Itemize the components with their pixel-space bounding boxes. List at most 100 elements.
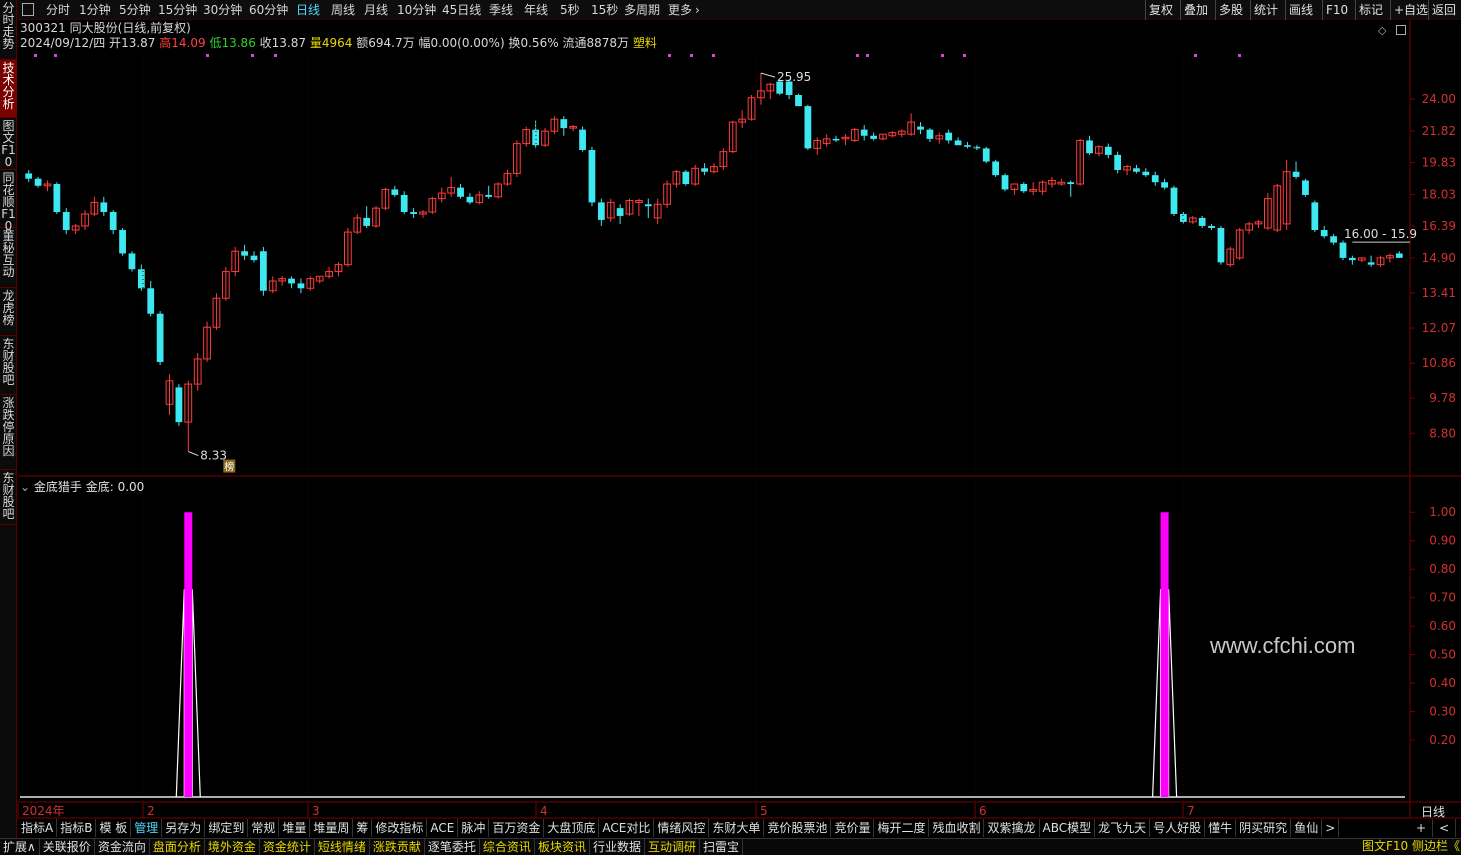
x-tick-label: 6	[979, 804, 987, 818]
indicator-tab-23[interactable]: ABC模型	[1040, 819, 1096, 837]
ind-y-label: 0.70	[1429, 591, 1456, 605]
period-axis-label[interactable]: 日线	[1421, 803, 1445, 820]
candle-body	[1086, 140, 1093, 154]
indicator-tab-11[interactable]: ACE	[427, 819, 459, 837]
signal-dot	[1238, 54, 1241, 57]
bottom-tab-13[interactable]: 扫雷宝	[700, 839, 743, 855]
bottom-tab-1[interactable]: 关联报价	[40, 839, 95, 855]
y-tick-label: 24.00	[1422, 92, 1456, 106]
signal-spike-right	[191, 589, 201, 798]
indicator-tabs-nav: +<>	[1410, 819, 1461, 837]
indicator-tab-14[interactable]: 大盘顶底	[544, 819, 600, 837]
high-marker-label: 25.95	[777, 70, 811, 84]
candle-body	[391, 189, 399, 195]
signal-dot	[866, 54, 869, 57]
bottom-tab-0[interactable]: 扩展∧	[0, 839, 40, 855]
indicator-tab-1[interactable]: 指标B	[57, 819, 97, 837]
indicator-nav-0[interactable]: +	[1410, 819, 1434, 837]
bottom-tab-6[interactable]: 短线情绪	[315, 839, 370, 855]
indicator-tab-22[interactable]: 双紫擒龙	[984, 819, 1040, 837]
low-marker-line	[188, 451, 199, 457]
indicator-tab-19[interactable]: 竞价量	[831, 819, 875, 837]
ind-y-label: 0.60	[1429, 619, 1456, 633]
candle-body	[588, 149, 596, 203]
indicator-name[interactable]: 金底猎手	[34, 480, 82, 494]
indicator-tab-21[interactable]: 残血收割	[929, 819, 985, 837]
indicator-tab-12[interactable]: 脉冲	[458, 819, 490, 837]
candle-body	[100, 202, 108, 213]
candle-body	[964, 145, 971, 147]
indicator-tab-16[interactable]: 情绪风控	[654, 819, 710, 837]
indicator-tab-17[interactable]: 东财大单	[709, 819, 765, 837]
indicator-tab-25[interactable]: 号人好股	[1150, 819, 1206, 837]
bottom-tabs: 扩展∧ 关联报价 资金流向 盘面分析 境外资金 资金统计 短线情绪 涨跌贡献 逐笔委托 综合资讯板…	[0, 838, 1461, 855]
bottom-tab-9[interactable]: 综合资讯	[480, 839, 535, 855]
signal-spike-right	[1168, 589, 1178, 798]
bottom-tab-5[interactable]: 资金统计	[260, 839, 315, 855]
candle-body	[1114, 154, 1122, 170]
indicator-tab-6[interactable]: 常规	[248, 819, 280, 837]
bottom-tab-3[interactable]: 盘面分析	[150, 839, 205, 855]
candle-body	[1302, 180, 1309, 195]
candle-body	[804, 106, 812, 149]
candle-body	[616, 208, 624, 216]
indicator-tab-10[interactable]: 修改指标	[372, 819, 428, 837]
signal-dot	[251, 54, 254, 57]
sidebar-toggle[interactable]: 图文F10 侧边栏《	[1362, 838, 1460, 855]
bottom-tab-12[interactable]: 互动调研	[645, 839, 700, 855]
candle-body	[860, 129, 868, 136]
y-tick-label: 14.90	[1422, 251, 1456, 265]
candle-body	[1208, 225, 1215, 228]
indicator-tab-13[interactable]: 百万资金	[489, 819, 545, 837]
indicator-tab-20[interactable]: 梅开二度	[874, 819, 930, 837]
indicator-nav-2[interactable]: >	[1456, 819, 1461, 837]
ind-y-label: 0.40	[1429, 676, 1456, 690]
candle-body	[926, 129, 934, 139]
indicator-tab-29[interactable]: >	[1322, 819, 1340, 837]
x-tick-label: 2	[147, 804, 155, 818]
indicator-tab-15[interactable]: ACE对比	[599, 819, 655, 837]
indicator-tab-28[interactable]: 鱼仙	[1291, 819, 1323, 837]
indicator-tab-3[interactable]: 管理	[131, 819, 163, 837]
indicator-tab-8[interactable]: 堆量周	[310, 819, 354, 837]
indicator-tab-0[interactable]: 指标A	[18, 819, 58, 837]
candle-body	[410, 212, 417, 214]
indicator-tab-26[interactable]: 懂牛	[1205, 819, 1237, 837]
signal-dot	[206, 54, 209, 57]
candle-body	[682, 171, 690, 185]
candle-body	[795, 94, 802, 107]
bottom-tab-11[interactable]: 行业数据	[590, 839, 645, 855]
indicator-tab-24[interactable]: 龙飞九天	[1095, 819, 1151, 837]
signal-bar	[1160, 512, 1169, 797]
signal-dot	[274, 54, 277, 57]
candle-body	[250, 255, 258, 261]
candle-body	[1151, 175, 1159, 183]
candle-body	[1217, 227, 1225, 263]
watermark: www.cfchi.com	[1210, 633, 1356, 658]
x-tick-label: 2024年	[22, 804, 65, 818]
indicator-tab-5[interactable]: 绑定到	[205, 819, 249, 837]
indicator-nav-1[interactable]: <	[1433, 819, 1457, 837]
signal-spike-left	[1152, 589, 1162, 798]
ind-y-label: 0.90	[1429, 534, 1456, 548]
bottom-tab-8[interactable]: 逐笔委托	[425, 839, 480, 855]
indicator-tab-27[interactable]: 阴买研究	[1236, 819, 1292, 837]
signal-dot	[963, 54, 966, 57]
candle-body	[1367, 262, 1375, 265]
indicator-tab-7[interactable]: 堆量	[279, 819, 311, 837]
bottom-tab-4[interactable]: 境外资金	[205, 839, 260, 855]
chart-canvas[interactable]: 24.00 21.82 19.83 18.03 16.39 14.90 13.41 12.07…	[0, 0, 1461, 855]
indicator-tab-9[interactable]: 筹	[353, 819, 373, 837]
indicator-tab-4[interactable]: 另存为	[162, 819, 206, 837]
bottom-tab-2[interactable]: 资金流向	[95, 839, 150, 855]
indicator-menu-icon[interactable]: ⌄	[20, 480, 30, 494]
candle-body	[1020, 184, 1028, 192]
candle-body	[701, 168, 708, 172]
y-tick-label: 10.86	[1422, 356, 1456, 370]
signal-dot	[690, 54, 693, 57]
indicator-tab-2[interactable]: 模 板	[96, 819, 132, 837]
indicator-tab-18[interactable]: 竞价股票池	[764, 819, 832, 837]
candle-body	[1133, 168, 1140, 172]
bottom-tab-10[interactable]: 板块资讯	[535, 839, 590, 855]
bottom-tab-7[interactable]: 涨跌贡献	[370, 839, 425, 855]
